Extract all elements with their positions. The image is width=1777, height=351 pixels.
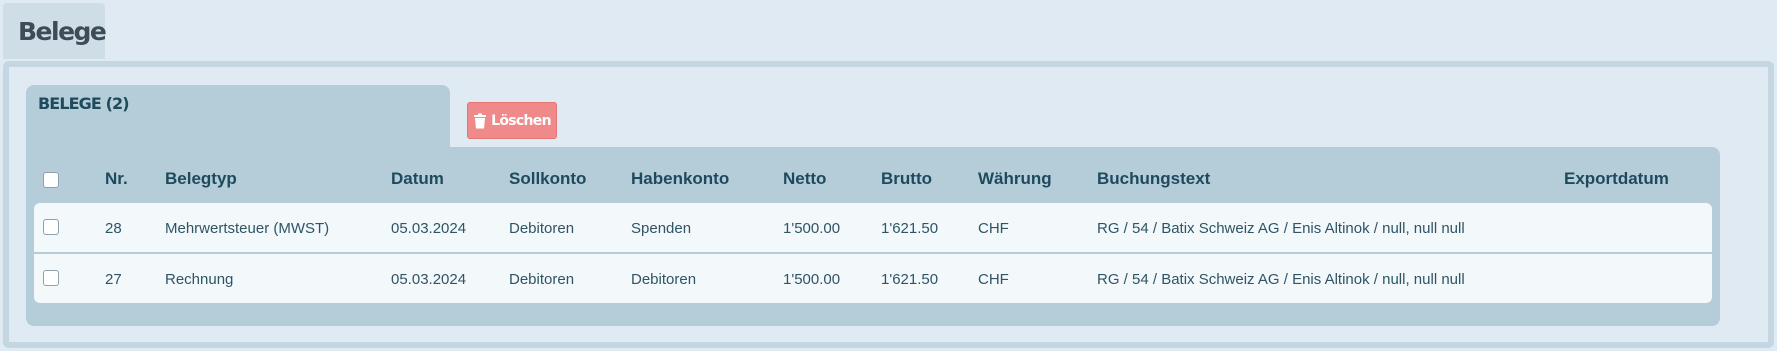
cell-waehrung: CHF	[978, 271, 1009, 288]
cell-netto: 1'500.00	[783, 271, 841, 288]
cell-buchungstext: RG / 54 / Batix Schweiz AG / Enis Altino…	[1097, 220, 1465, 237]
delete-button-label: Löschen	[491, 112, 551, 129]
cell-belegtyp: Mehrwertsteuer (MWST)	[165, 220, 330, 237]
column-header-waehrung[interactable]: Währung	[978, 169, 1052, 189]
cell-waehrung: CHF	[978, 220, 1009, 237]
column-header-buchungstext[interactable]: Buchungstext	[1097, 169, 1210, 189]
cell-habenkonto: Spenden	[631, 220, 692, 237]
table-row[interactable]: 28 Mehrwertsteuer (MWST) 05.03.2024 Debi…	[34, 203, 1712, 252]
select-all-checkbox[interactable]	[43, 172, 59, 188]
column-header-habenkonto[interactable]: Habenkonto	[631, 169, 729, 189]
list-tab-label: BELEGE (2)	[38, 94, 130, 113]
cell-netto: 1'500.00	[783, 220, 841, 237]
cell-brutto: 1'621.50	[881, 271, 939, 288]
cell-habenkonto: Debitoren	[631, 271, 697, 288]
cell-sollkonto: Debitoren	[509, 271, 575, 288]
cell-sollkonto: Debitoren	[509, 220, 575, 237]
column-header-belegtyp[interactable]: Belegtyp	[165, 169, 237, 189]
table-header: Nr. Belegtyp Datum Sollkonto Habenkonto …	[26, 147, 1720, 209]
column-header-brutto[interactable]: Brutto	[881, 169, 932, 189]
column-header-datum[interactable]: Datum	[391, 169, 444, 189]
column-header-netto[interactable]: Netto	[783, 169, 826, 189]
belege-table: Nr. Belegtyp Datum Sollkonto Habenkonto …	[26, 147, 1720, 326]
list-tab-belege[interactable]: BELEGE (2)	[26, 85, 450, 155]
column-header-exportdatum[interactable]: Exportdatum	[1564, 169, 1669, 189]
cell-buchungstext: RG / 54 / Batix Schweiz AG / Enis Altino…	[1097, 271, 1465, 288]
cell-belegtyp: Rechnung	[165, 271, 234, 288]
row-checkbox[interactable]	[43, 270, 59, 286]
cell-nr: 27	[105, 271, 122, 288]
table-row[interactable]: 27 Rechnung 05.03.2024 Debitoren Debitor…	[34, 254, 1712, 303]
page-tab-belege[interactable]: Belege	[3, 3, 107, 59]
trash-icon	[474, 113, 487, 128]
column-header-nr[interactable]: Nr.	[105, 169, 128, 189]
cell-datum: 05.03.2024	[391, 271, 467, 288]
cell-nr: 28	[105, 220, 122, 237]
cell-datum: 05.03.2024	[391, 220, 467, 237]
cell-brutto: 1'621.50	[881, 220, 939, 237]
column-header-sollkonto[interactable]: Sollkonto	[509, 169, 586, 189]
row-checkbox[interactable]	[43, 219, 59, 235]
delete-button[interactable]: Löschen	[467, 102, 557, 139]
page-tab-label: Belege	[18, 17, 107, 46]
